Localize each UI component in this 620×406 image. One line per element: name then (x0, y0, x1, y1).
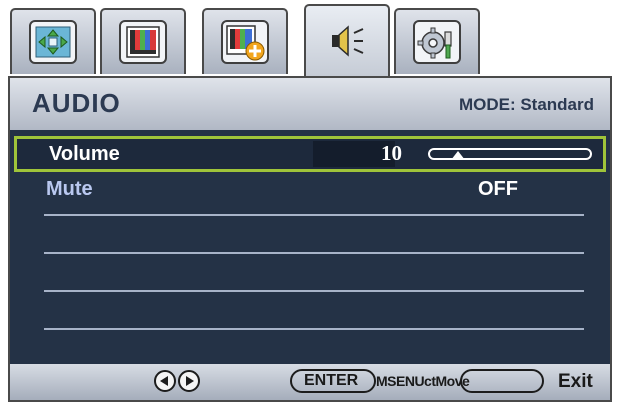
mute-value: OFF (478, 178, 518, 200)
exit-label[interactable]: Exit (558, 371, 593, 393)
footer-overlap-text: MSENUctMove (376, 373, 470, 389)
system-settings-icon (413, 20, 461, 64)
menu-header: AUDIO MODE: Standard (8, 76, 612, 130)
tab-system[interactable] (394, 8, 480, 74)
mute-row[interactable]: Mute OFF (14, 174, 606, 210)
mute-label: Mute (46, 178, 93, 200)
tab-audio[interactable] (304, 4, 390, 76)
left-arrow-icon[interactable] (154, 370, 176, 392)
osd-menu: AUDIO MODE: Standard Volume 10 Mute OFF … (8, 4, 612, 402)
menu-footer: ENTER MSENUctMove Exit (8, 364, 612, 402)
divider (44, 290, 584, 292)
picture-advanced-icon (221, 20, 269, 64)
tab-picture-advanced[interactable] (202, 8, 288, 74)
volume-row[interactable]: Volume 10 (14, 136, 606, 172)
divider (44, 252, 584, 254)
tab-display[interactable] (10, 8, 96, 74)
tab-picture[interactable] (100, 8, 186, 74)
volume-slider[interactable] (428, 148, 592, 160)
volume-slider-thumb[interactable] (450, 151, 465, 160)
mode-indicator: MODE: Standard (458, 95, 594, 114)
menu-key[interactable] (460, 369, 544, 393)
settings-panel: Volume 10 Mute OFF (8, 130, 612, 364)
speaker-icon (323, 19, 371, 63)
divider (44, 328, 584, 330)
display-adjust-icon (29, 20, 77, 64)
tab-bar (8, 4, 612, 76)
volume-value: 10 (381, 141, 402, 165)
divider (44, 214, 584, 216)
right-arrow-icon[interactable] (178, 370, 200, 392)
volume-label: Volume (49, 143, 120, 165)
page-title: AUDIO (32, 88, 121, 118)
enter-label: ENTER (304, 372, 359, 389)
picture-icon (119, 20, 167, 64)
